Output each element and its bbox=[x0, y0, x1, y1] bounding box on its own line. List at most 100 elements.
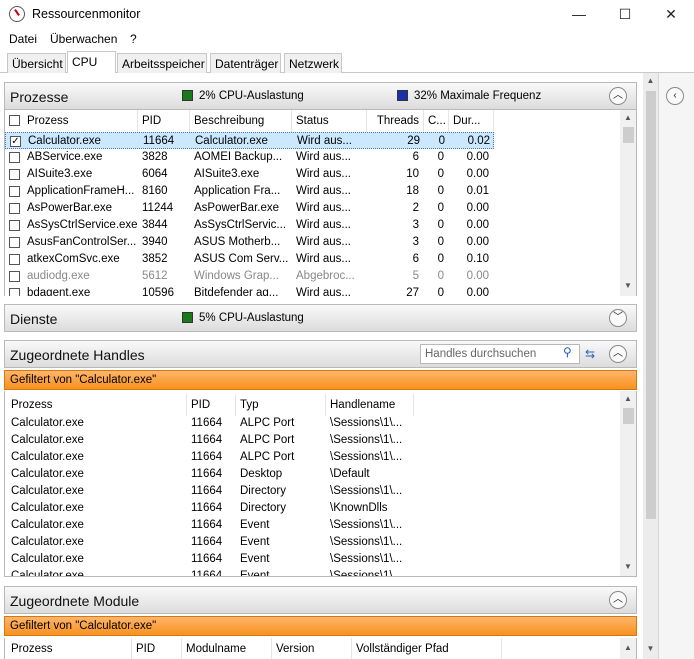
process-checkbox[interactable] bbox=[9, 152, 20, 163]
cell-dur: 0.00 bbox=[466, 287, 489, 296]
cell-typ: Event bbox=[240, 553, 270, 565]
close-button[interactable]: ✕ bbox=[648, 0, 694, 28]
table-row[interactable]: Calculator.exe 11664 ALPC Port \Sessions\1\… bbox=[5, 449, 636, 466]
table-row[interactable]: ✓ Calculator.exe 11664 Calculator.exe Wird a… bbox=[5, 132, 494, 149]
cell-handlename: \Sessions\1\... bbox=[330, 536, 403, 548]
menu-ueberwachen[interactable]: Überwachen bbox=[50, 32, 117, 46]
process-checkbox[interactable] bbox=[9, 237, 20, 248]
select-all-checkbox[interactable] bbox=[9, 115, 20, 126]
module-scroll-up-arrow-icon[interactable]: ▲ bbox=[620, 640, 636, 656]
table-row[interactable]: AsPowerBar.exe 11244 AsPowerBar.exe Wird au… bbox=[5, 200, 636, 217]
collapse-handles-icon[interactable]: ︿ bbox=[609, 345, 627, 363]
cell-handlename: \Sessions\1\... bbox=[330, 485, 403, 497]
table-row[interactable]: Calculator.exe 11664 ALPC Port \Sessions\1\… bbox=[5, 415, 636, 432]
table-row[interactable]: audiodg.exe 5612 Windows Grap... Abgebroc..… bbox=[5, 268, 636, 285]
search-icon[interactable]: ⚲ bbox=[563, 345, 572, 359]
main-scrollbar[interactable]: ▲ ▼ bbox=[643, 73, 658, 659]
process-checkbox[interactable]: ✓ bbox=[10, 136, 21, 147]
window-title: Ressourcenmonitor bbox=[32, 7, 141, 21]
refresh-icon[interactable]: ⇆ bbox=[585, 347, 595, 361]
table-row[interactable]: Calculator.exe 11664 Event \Sessions\1\... bbox=[5, 551, 636, 568]
table-row[interactable]: AsSysCtrlService.exe 3844 AsSysCtrlServic.… bbox=[5, 217, 636, 234]
table-row[interactable]: bdagent.exe 10596 Bitdefender ag... Wird au… bbox=[5, 285, 636, 296]
module-scrollbar[interactable]: ▲ bbox=[620, 638, 636, 659]
col-module-path[interactable]: Vollständiger Pfad bbox=[352, 638, 502, 659]
handles-section-header[interactable]: Zugeordnete Handles Handles durchsuchen … bbox=[4, 340, 637, 368]
expand-graphs-icon[interactable]: ‹ bbox=[666, 87, 684, 105]
table-row[interactable]: Calculator.exe 11664 Event \Sessions\1\... bbox=[5, 517, 636, 534]
cell-prozess: Calculator.exe bbox=[11, 451, 84, 463]
handles-scrollbar[interactable]: ▲ ▼ bbox=[620, 391, 636, 576]
tab-datentraeger[interactable]: Datenträger bbox=[210, 53, 281, 73]
table-row[interactable]: AISuite3.exe 6064 AISuite3.exe Wird aus... 1… bbox=[5, 166, 636, 183]
scroll-down-arrow-icon[interactable]: ▼ bbox=[620, 278, 636, 294]
module-section-header[interactable]: Zugeordnete Module ︿ bbox=[4, 586, 637, 614]
col-handle-typ[interactable]: Typ bbox=[236, 394, 326, 416]
tab-cpu[interactable]: CPU bbox=[67, 51, 116, 74]
col-module-version[interactable]: Version bbox=[272, 638, 352, 659]
col-module-prozess[interactable]: Prozess bbox=[7, 638, 132, 659]
process-checkbox[interactable] bbox=[9, 203, 20, 214]
col-handle-prozess[interactable]: Prozess bbox=[7, 394, 187, 416]
col-prozess[interactable]: Prozess bbox=[23, 110, 138, 132]
cell-dur: 0.10 bbox=[466, 253, 489, 265]
cell-prozess: Calculator.exe bbox=[11, 519, 84, 531]
cell-threads: 29 bbox=[407, 135, 420, 147]
handles-scroll-thumb[interactable] bbox=[623, 408, 634, 424]
menu-datei[interactable]: Datei bbox=[9, 32, 37, 46]
cell-threads: 6 bbox=[412, 151, 419, 163]
scroll-up-arrow-icon[interactable]: ▲ bbox=[620, 110, 636, 126]
cell-typ: ALPC Port bbox=[240, 434, 295, 446]
menu-help[interactable]: ? bbox=[130, 32, 137, 46]
table-row[interactable]: ApplicationFrameH... 8160 Application Fra.… bbox=[5, 183, 636, 200]
cell-name: AsusFanControlSer... bbox=[27, 236, 137, 248]
col-module-name[interactable]: Modulname bbox=[182, 638, 272, 659]
collapse-prozesse-icon[interactable]: ︿ bbox=[609, 87, 627, 105]
main-scroll-down-arrow-icon[interactable]: ▼ bbox=[643, 641, 658, 657]
tab-netzwerk[interactable]: Netzwerk bbox=[284, 53, 342, 73]
col-module-pid[interactable]: PID bbox=[132, 638, 182, 659]
scroll-thumb[interactable] bbox=[623, 127, 634, 143]
cell-c: 0 bbox=[437, 185, 444, 197]
dienste-section-header[interactable]: Dienste 5% CPU-Auslastung ﹀ bbox=[4, 304, 637, 332]
col-c[interactable]: C... bbox=[424, 110, 449, 132]
cell-c: 0 bbox=[437, 219, 444, 231]
process-checkbox[interactable] bbox=[9, 271, 20, 282]
col-status[interactable]: Status bbox=[292, 110, 367, 132]
table-row[interactable]: Calculator.exe 11664 ALPC Port \Sessions\1\… bbox=[5, 432, 636, 449]
prozesse-scrollbar[interactable]: ▲ ▼ bbox=[620, 110, 636, 296]
handles-scroll-down-arrow-icon[interactable]: ▼ bbox=[620, 559, 636, 575]
table-row[interactable]: ABService.exe 3828 AOMEI Backup... Wird aus… bbox=[5, 149, 636, 166]
tab-arbeitsspeicher[interactable]: Arbeitsspeicher bbox=[117, 53, 207, 73]
col-threads[interactable]: Threads bbox=[367, 110, 424, 132]
collapse-module-icon[interactable]: ︿ bbox=[609, 591, 627, 609]
tab-uebersicht[interactable]: Übersicht bbox=[7, 53, 66, 73]
process-checkbox[interactable] bbox=[9, 254, 20, 265]
expand-dienste-icon[interactable]: ﹀ bbox=[609, 309, 627, 327]
col-pid[interactable]: PID bbox=[138, 110, 190, 132]
table-row[interactable]: AsusFanControlSer... 3940 ASUS Motherb... W… bbox=[5, 234, 636, 251]
table-row[interactable]: Calculator.exe 11664 Directory \Sessions\1\… bbox=[5, 483, 636, 500]
handles-scroll-up-arrow-icon[interactable]: ▲ bbox=[620, 391, 636, 407]
table-row[interactable]: atkexComSvc.exe 3852 ASUS Com Serv... Wird … bbox=[5, 251, 636, 268]
maximize-button[interactable]: ☐ bbox=[602, 0, 648, 28]
main-scroll-up-arrow-icon[interactable]: ▲ bbox=[643, 73, 658, 89]
col-handle-name[interactable]: Handlename bbox=[326, 394, 414, 416]
process-checkbox[interactable] bbox=[9, 220, 20, 231]
prozesse-table-header: Prozess PID Beschreibung Status Threads … bbox=[5, 110, 636, 132]
col-beschreibung[interactable]: Beschreibung bbox=[190, 110, 292, 132]
table-row[interactable]: Calculator.exe 11664 Event \Sessions\1\... bbox=[5, 568, 636, 576]
table-row[interactable]: Calculator.exe 11664 Directory \KnownDlls bbox=[5, 500, 636, 517]
process-checkbox[interactable] bbox=[9, 169, 20, 180]
table-row[interactable]: Calculator.exe 11664 Desktop \Default bbox=[5, 466, 636, 483]
main-scroll-thumb[interactable] bbox=[646, 91, 656, 519]
process-checkbox[interactable] bbox=[9, 288, 20, 296]
handles-search-input[interactable]: Handles durchsuchen ⚲ bbox=[420, 344, 580, 364]
process-checkbox[interactable] bbox=[9, 186, 20, 197]
col-dur[interactable]: Dur... bbox=[449, 110, 494, 132]
module-table: Prozess PID Modulname Version Vollständi… bbox=[4, 638, 637, 659]
table-row[interactable]: Calculator.exe 11664 Event \Sessions\1\... bbox=[5, 534, 636, 551]
minimize-button[interactable]: — bbox=[556, 0, 602, 28]
prozesse-section-header[interactable]: Prozesse 2% CPU-Auslastung 32% Maximale … bbox=[4, 82, 637, 110]
col-handle-pid[interactable]: PID bbox=[187, 394, 236, 416]
